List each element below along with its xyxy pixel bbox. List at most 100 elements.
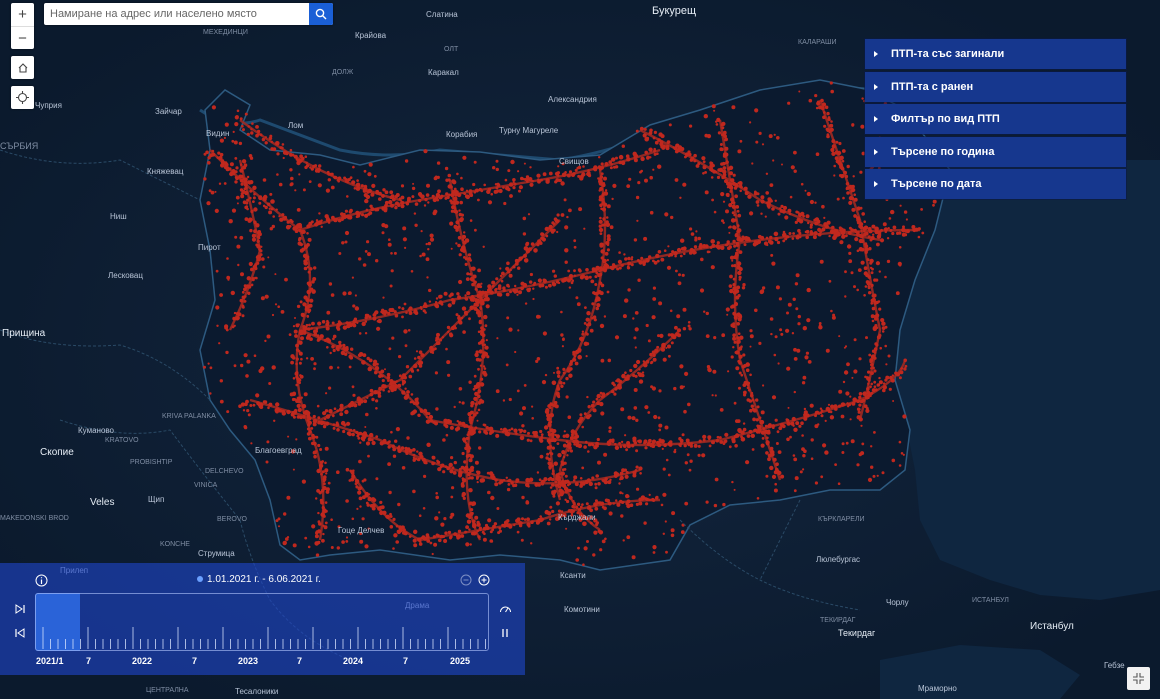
- accident-marker[interactable]: [348, 479, 352, 482]
- accident-marker[interactable]: [690, 442, 694, 446]
- accident-marker[interactable]: [249, 228, 253, 233]
- accident-marker[interactable]: [790, 165, 795, 170]
- accident-marker[interactable]: [466, 433, 470, 437]
- accident-marker[interactable]: [483, 314, 488, 320]
- accident-marker[interactable]: [495, 167, 499, 172]
- accident-marker[interactable]: [592, 553, 596, 557]
- accident-marker[interactable]: [649, 210, 654, 215]
- fullscreen-button[interactable]: [1127, 667, 1150, 690]
- accident-marker[interactable]: [413, 357, 417, 360]
- accident-marker[interactable]: [664, 212, 669, 217]
- accident-marker[interactable]: [731, 304, 736, 309]
- accident-marker[interactable]: [531, 405, 534, 408]
- accident-marker[interactable]: [773, 231, 779, 237]
- accident-marker[interactable]: [552, 269, 556, 273]
- accident-marker[interactable]: [264, 339, 267, 343]
- accident-marker[interactable]: [205, 150, 209, 155]
- accident-marker[interactable]: [587, 450, 590, 453]
- accident-marker[interactable]: [225, 350, 229, 355]
- accident-marker[interactable]: [460, 187, 464, 191]
- accident-marker[interactable]: [500, 279, 504, 283]
- accident-marker[interactable]: [360, 184, 364, 188]
- accident-marker[interactable]: [476, 529, 480, 533]
- accident-marker[interactable]: [256, 239, 260, 243]
- accident-marker[interactable]: [325, 472, 328, 475]
- accident-marker[interactable]: [243, 163, 248, 167]
- accident-marker[interactable]: [255, 125, 259, 129]
- accident-marker[interactable]: [920, 208, 923, 211]
- accident-marker[interactable]: [421, 252, 426, 257]
- accident-marker[interactable]: [733, 340, 737, 344]
- accident-marker[interactable]: [603, 176, 607, 181]
- accident-marker[interactable]: [464, 262, 468, 266]
- accident-marker[interactable]: [435, 341, 440, 346]
- accident-marker[interactable]: [392, 454, 397, 458]
- accident-marker[interactable]: [883, 227, 889, 232]
- speed-button[interactable]: [497, 601, 513, 617]
- accident-marker[interactable]: [754, 190, 757, 194]
- accident-marker[interactable]: [734, 302, 738, 306]
- accident-marker[interactable]: [235, 166, 239, 170]
- accident-marker[interactable]: [680, 530, 685, 534]
- accident-marker[interactable]: [362, 438, 366, 442]
- accident-marker[interactable]: [624, 257, 628, 261]
- accident-marker[interactable]: [425, 461, 428, 465]
- accident-marker[interactable]: [339, 412, 344, 417]
- accident-marker[interactable]: [608, 426, 612, 430]
- accident-marker[interactable]: [325, 490, 330, 494]
- accident-marker[interactable]: [769, 235, 773, 240]
- accident-marker[interactable]: [235, 312, 239, 316]
- accident-marker[interactable]: [614, 335, 620, 340]
- accident-marker[interactable]: [599, 391, 603, 395]
- accident-marker[interactable]: [626, 535, 631, 540]
- accident-marker[interactable]: [415, 350, 419, 353]
- accident-marker[interactable]: [843, 370, 849, 375]
- accident-marker[interactable]: [468, 380, 472, 384]
- accident-marker[interactable]: [431, 455, 436, 460]
- accident-marker[interactable]: [661, 343, 666, 349]
- accident-marker[interactable]: [776, 136, 780, 140]
- accident-marker[interactable]: [336, 409, 340, 413]
- accident-marker[interactable]: [583, 322, 587, 325]
- accident-marker[interactable]: [682, 182, 687, 187]
- accident-marker[interactable]: [282, 150, 288, 155]
- accident-marker[interactable]: [351, 180, 356, 185]
- accident-marker[interactable]: [829, 410, 833, 414]
- accident-marker[interactable]: [630, 263, 634, 267]
- accident-marker[interactable]: [828, 234, 831, 238]
- accident-marker[interactable]: [302, 415, 306, 419]
- accident-marker[interactable]: [246, 276, 251, 281]
- accident-marker[interactable]: [500, 428, 503, 431]
- accident-marker[interactable]: [306, 289, 312, 295]
- accident-marker[interactable]: [575, 505, 579, 509]
- accident-marker[interactable]: [243, 187, 247, 191]
- accident-marker[interactable]: [458, 320, 463, 325]
- accident-marker[interactable]: [609, 225, 614, 230]
- accident-marker[interactable]: [722, 200, 726, 203]
- accident-marker[interactable]: [839, 240, 844, 245]
- accident-marker[interactable]: [802, 454, 806, 458]
- accident-marker[interactable]: [562, 455, 566, 459]
- accident-marker[interactable]: [453, 532, 458, 536]
- accident-marker[interactable]: [871, 294, 875, 298]
- accident-marker[interactable]: [740, 437, 746, 442]
- accident-marker[interactable]: [275, 208, 278, 211]
- accident-marker[interactable]: [361, 213, 365, 217]
- info-button[interactable]: [33, 572, 49, 588]
- accident-marker[interactable]: [512, 181, 515, 184]
- accident-marker[interactable]: [823, 111, 826, 114]
- accident-marker[interactable]: [622, 444, 627, 448]
- accident-marker[interactable]: [499, 267, 502, 270]
- accident-marker[interactable]: [635, 465, 639, 469]
- previous-button[interactable]: [12, 625, 28, 641]
- accident-marker[interactable]: [732, 277, 736, 281]
- accident-marker[interactable]: [901, 232, 906, 237]
- accident-marker[interactable]: [858, 357, 862, 361]
- accident-marker[interactable]: [764, 215, 767, 218]
- accident-marker[interactable]: [330, 293, 335, 297]
- accident-marker[interactable]: [303, 295, 308, 300]
- accident-marker[interactable]: [841, 451, 845, 454]
- accident-marker[interactable]: [243, 353, 248, 358]
- accident-marker[interactable]: [863, 266, 868, 271]
- accident-marker[interactable]: [390, 194, 395, 199]
